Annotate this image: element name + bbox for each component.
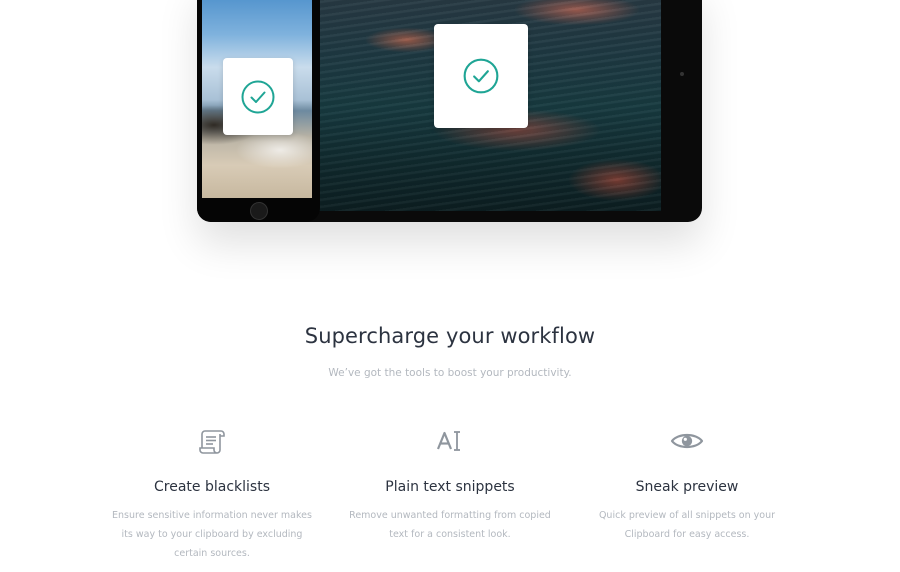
scroll-list-icon bbox=[102, 424, 322, 458]
section-title: Supercharge your workflow bbox=[304, 324, 596, 348]
phone-check-card bbox=[223, 58, 293, 135]
feature-title: Create blacklists bbox=[154, 479, 270, 495]
feature-title: Plain text snippets bbox=[385, 479, 515, 495]
section-subtitle: We’ve got the tools to boost your produc… bbox=[328, 367, 572, 379]
feature-description: Quick preview of all snippets on your Cl… bbox=[598, 510, 776, 540]
page: Supercharge your workflow We’ve got the … bbox=[0, 0, 900, 572]
eye-icon bbox=[577, 424, 797, 458]
tablet-camera bbox=[680, 72, 684, 76]
check-circle-icon bbox=[241, 80, 275, 113]
feature-create-blacklists: Create blacklists Ensure sensitive infor… bbox=[102, 424, 322, 563]
check-circle-icon bbox=[463, 58, 499, 94]
feature-plain-text-snippets: Plain text snippets Remove unwanted form… bbox=[340, 424, 560, 544]
phone-home-button bbox=[250, 202, 268, 220]
device-mockup bbox=[0, 0, 900, 260]
feature-description: Ensure sensitive information never makes… bbox=[112, 510, 312, 559]
feature-description: Remove unwanted formatting from copied t… bbox=[349, 510, 551, 540]
tablet-check-card bbox=[434, 24, 528, 128]
feature-sneak-preview: Sneak preview Quick preview of all snipp… bbox=[577, 424, 797, 544]
feature-title: Sneak preview bbox=[635, 479, 739, 495]
text-cursor-icon bbox=[340, 424, 560, 458]
